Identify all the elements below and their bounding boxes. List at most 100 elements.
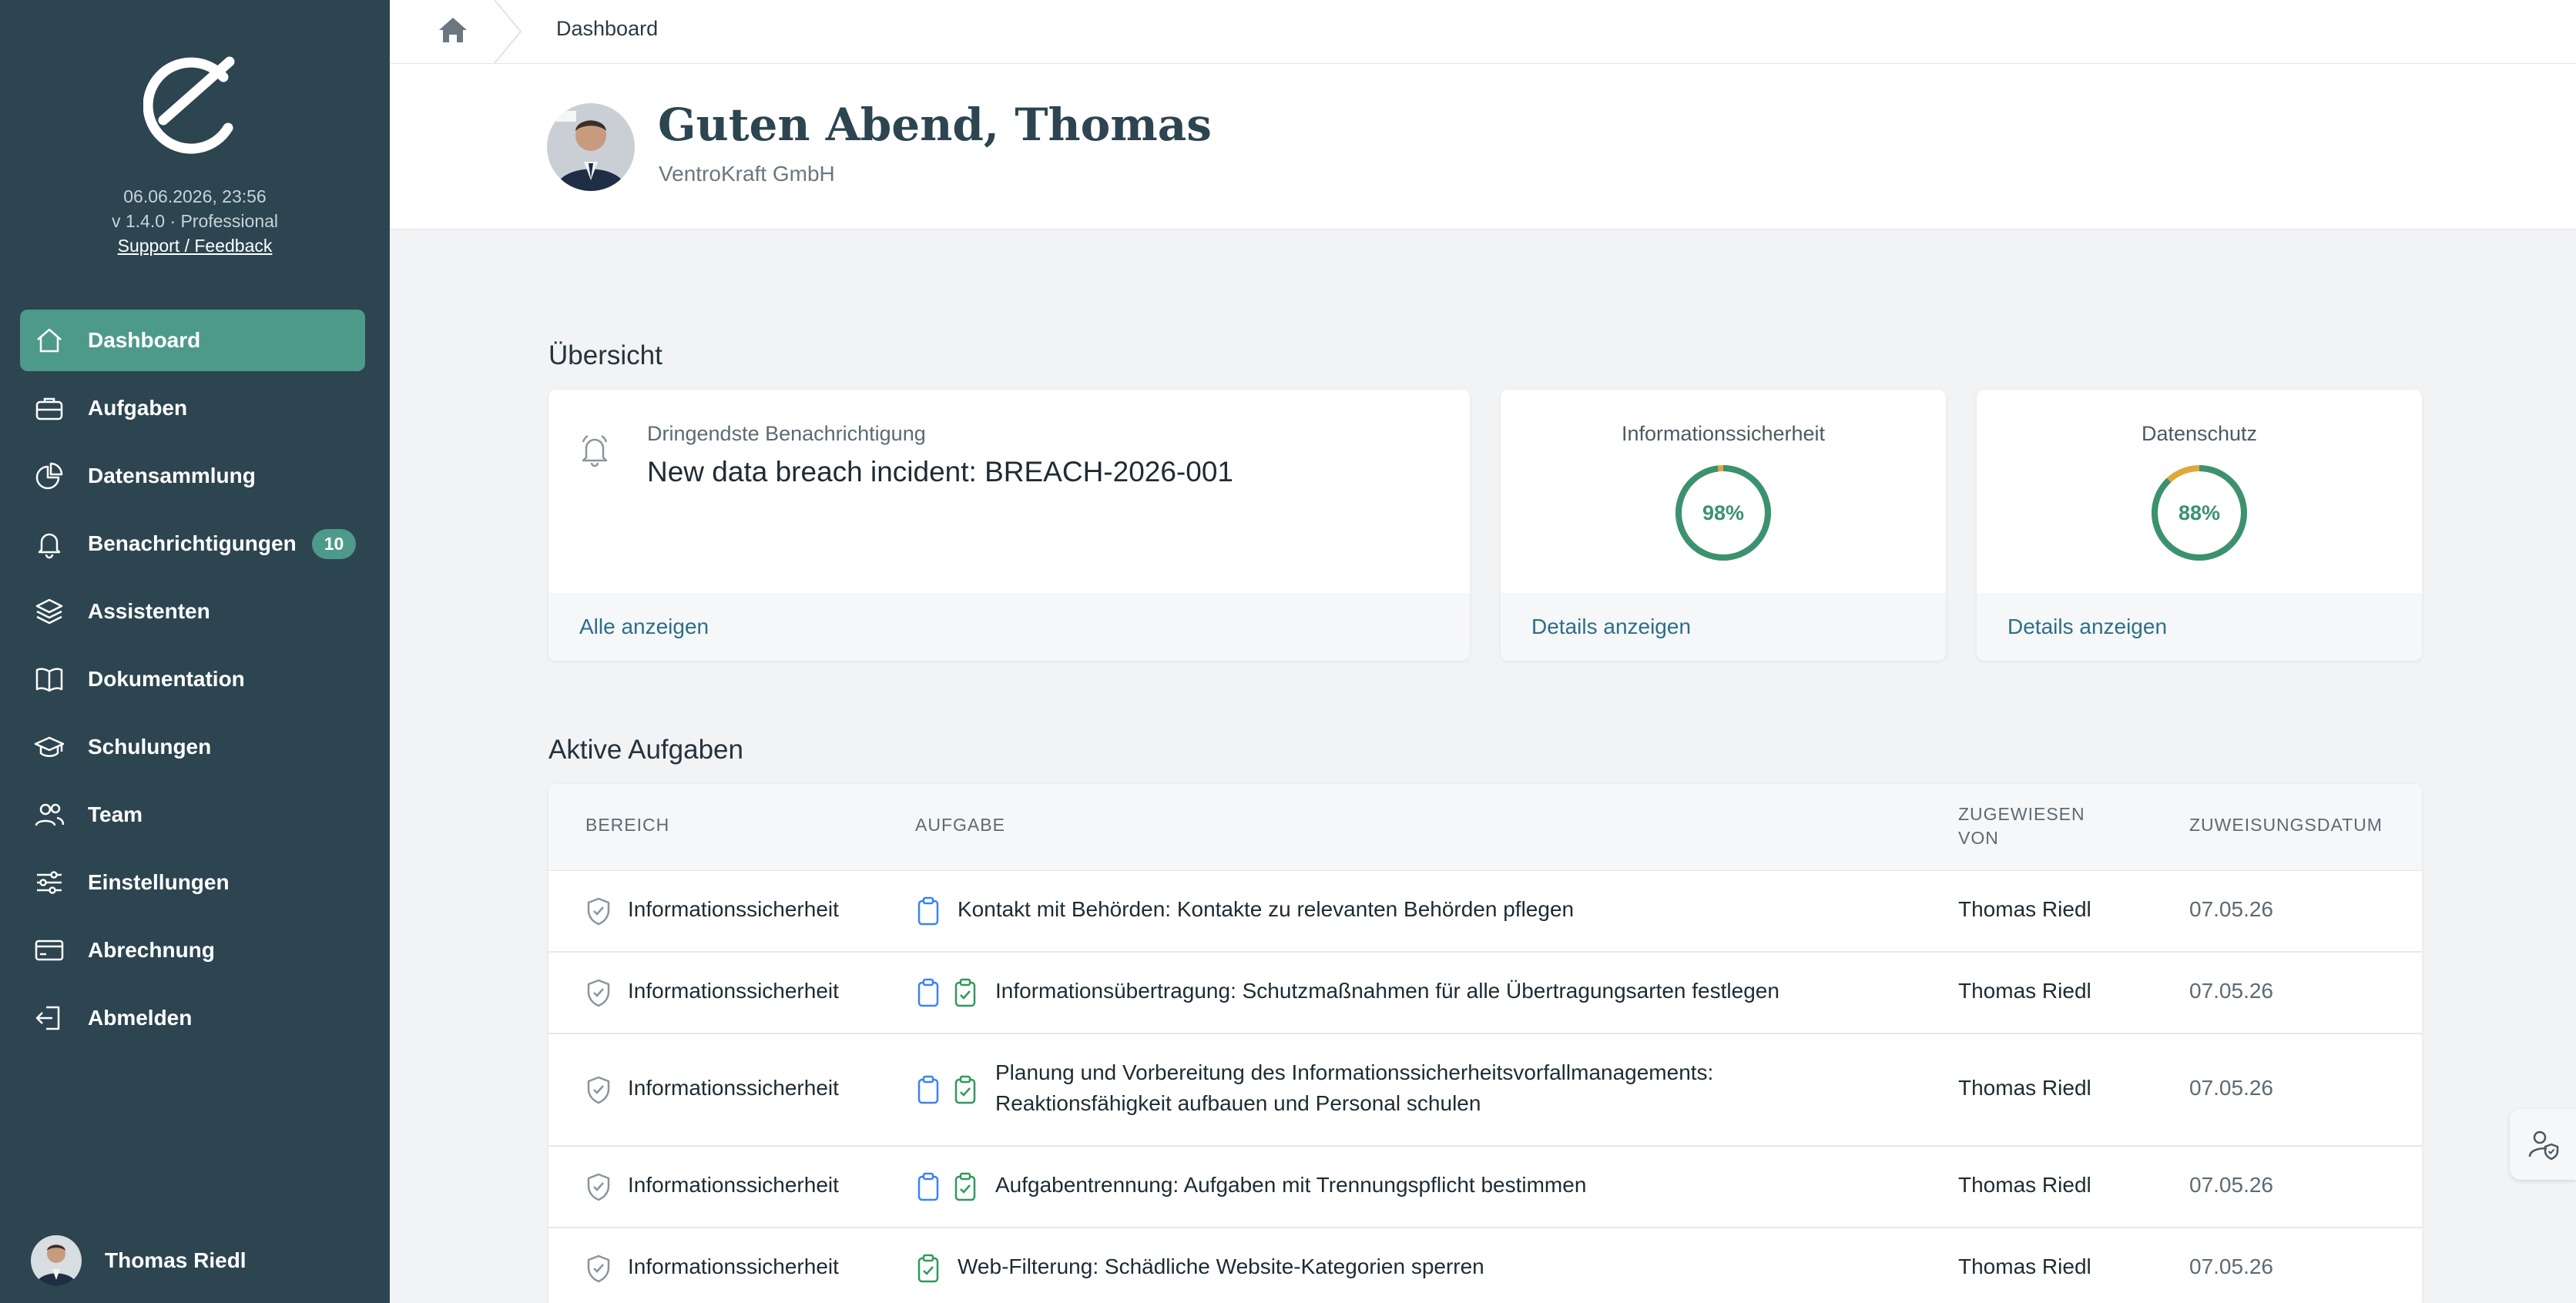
- sidebar-item-assistenten[interactable]: Assistenten: [20, 581, 365, 642]
- notification-title[interactable]: New data breach incident: BREACH-2026-00…: [647, 456, 1233, 488]
- credit-card-icon: [34, 935, 65, 966]
- home-icon[interactable]: [436, 14, 470, 46]
- column-header-date[interactable]: ZUWEISUNGSDATUM: [2189, 815, 2383, 836]
- score-label: Informationssicherheit: [1621, 422, 1826, 445]
- data-protection-card: Datenschutz 88% Details anzeigen: [1977, 390, 2422, 661]
- assigned-by: Thomas Riedl: [1958, 1254, 2091, 1278]
- company-name: VentroKraft GmbH: [659, 162, 835, 186]
- show-all-link[interactable]: Alle anzeigen: [548, 593, 1470, 661]
- sidebar-item-label: Schulungen: [88, 735, 212, 759]
- layers-icon: [34, 596, 65, 627]
- task-title-line-1: Planung und Vorbereitung des Information…: [995, 1060, 1714, 1084]
- user-shield-icon: [2528, 1130, 2559, 1161]
- column-header-assigned-by[interactable]: ZUGEWIESEN VON: [1958, 802, 2112, 850]
- briefcase-icon: [34, 393, 65, 424]
- sidebar-item-label: Dashboard: [88, 328, 201, 352]
- sidebar-item-abrechnung[interactable]: Abrechnung: [20, 919, 365, 981]
- task-area: Informationssicherheit: [628, 897, 839, 921]
- column-header-task[interactable]: AUFGABE: [915, 815, 1005, 836]
- notification-count-badge: 10: [311, 528, 357, 559]
- sliders-icon: [34, 867, 65, 898]
- book-icon: [34, 664, 65, 695]
- info-security-card: Informationssicherheit 98% Details anzei…: [1501, 390, 1946, 661]
- assignment-date: 07.05.26: [2189, 1173, 2273, 1197]
- home-icon: [34, 325, 65, 356]
- sidebar-item-label: Abrechnung: [88, 938, 215, 962]
- sidebar-item-label: Dokumentation: [88, 667, 245, 691]
- user-name: Thomas Riedl: [105, 1248, 247, 1272]
- current-datetime: 06.06.2026, 23:56: [123, 186, 267, 206]
- urgent-notification-card: Dringendste Benachrichtigung New data br…: [548, 390, 1470, 661]
- task-area: Informationssicherheit: [628, 1076, 839, 1100]
- shield-check-icon: [585, 1075, 612, 1104]
- sidebar-item-abmelden[interactable]: Abmelden: [20, 987, 365, 1049]
- sidebar-item-label: Assistenten: [88, 599, 210, 623]
- sidebar-item-label: Benachrichtigungen: [88, 531, 297, 555]
- score-label: Datenschutz: [2141, 422, 2258, 445]
- table-row[interactable]: Informationssicherheit Planung und Vorbe…: [548, 1034, 2422, 1147]
- assigned-by: Thomas Riedl: [1958, 979, 2091, 1003]
- notification-label: Dringendste Benachrichtigung: [647, 422, 926, 445]
- sidebar-item-label: Team: [88, 802, 143, 826]
- sidebar-item-benachrichtigungen[interactable]: Benachrichtigungen 10: [20, 513, 365, 574]
- top-bar: [390, 0, 2576, 64]
- sidebar-item-datensammlung[interactable]: Datensammlung: [20, 445, 365, 507]
- sidebar-item-dashboard[interactable]: Dashboard: [20, 310, 365, 371]
- sidebar-nav: Dashboard Aufgaben Datensammlung Benachr…: [20, 310, 365, 1055]
- table-row[interactable]: Informationssicherheit Kontakt mit Behör…: [548, 871, 2422, 953]
- task-area: Informationssicherheit: [628, 1254, 839, 1278]
- assignment-date: 07.05.26: [2189, 1254, 2273, 1278]
- shield-check-icon: [585, 978, 612, 1007]
- assigned-by: Thomas Riedl: [1958, 897, 2091, 921]
- overview-title: Übersicht: [548, 340, 662, 370]
- sidebar-item-team[interactable]: Team: [20, 784, 365, 846]
- clipboard-icon: [915, 1171, 941, 1202]
- details-link[interactable]: Details anzeigen: [1977, 593, 2422, 661]
- table-row[interactable]: Informationssicherheit Aufgabentrennung:…: [548, 1147, 2422, 1228]
- pie-chart-icon: [34, 461, 65, 491]
- assigned-by: Thomas Riedl: [1958, 1076, 2091, 1100]
- sidebar-item-label: Datensammlung: [88, 464, 256, 487]
- page-title: Guten Abend, Thomas: [658, 99, 1212, 151]
- sidebar-item-dokumentation[interactable]: Dokumentation: [20, 648, 365, 710]
- app-logo[interactable]: [143, 54, 242, 156]
- clipboard-check-icon: [952, 1074, 978, 1105]
- table-row[interactable]: Informationssicherheit Web-Filterung: Sc…: [548, 1228, 2422, 1303]
- sidebar-item-schulungen[interactable]: Schulungen: [20, 716, 365, 778]
- table-row[interactable]: Informationssicherheit Informationsübert…: [548, 953, 2422, 1034]
- assigned-by: Thomas Riedl: [1958, 1173, 2091, 1197]
- details-link[interactable]: Details anzeigen: [1501, 593, 1946, 661]
- logout-icon: [34, 1003, 65, 1033]
- clipboard-check-icon: [952, 1171, 978, 1202]
- active-tasks-title: Aktive Aufgaben: [548, 735, 743, 765]
- task-title: Informationsübertragung: Schutzmaßnahmen…: [995, 979, 1779, 1003]
- bell-icon: [34, 528, 65, 559]
- assignment-date: 07.05.26: [2189, 897, 2273, 921]
- users-icon: [34, 799, 65, 830]
- shield-check-icon: [585, 1172, 612, 1201]
- sidebar-item-label: Abmelden: [88, 1006, 193, 1030]
- assignment-date: 07.05.26: [2189, 979, 2273, 1003]
- sidebar: 06.06.2026, 23:56 v 1.4.0 · Professional…: [0, 0, 390, 1303]
- clipboard-icon: [915, 896, 941, 926]
- active-tasks-table: BEREICH AUFGABE ZUGEWIESEN VON ZUWEISUNG…: [548, 784, 2422, 1303]
- sidebar-item-aufgaben[interactable]: Aufgaben: [20, 377, 365, 439]
- sidebar-item-label: Einstellungen: [88, 870, 230, 894]
- support-feedback-link[interactable]: Support / Feedback: [0, 236, 390, 256]
- task-area: Informationssicherheit: [628, 979, 839, 1003]
- bell-icon: [579, 433, 610, 468]
- breadcrumb-current: Dashboard: [556, 17, 659, 40]
- clipboard-icon: [915, 1074, 941, 1105]
- clipboard-check-icon: [952, 977, 978, 1008]
- column-header-area[interactable]: BEREICH: [585, 815, 669, 836]
- task-area: Informationssicherheit: [628, 1173, 839, 1197]
- task-title: Kontakt mit Behörden: Kontakte zu releva…: [958, 897, 1575, 921]
- task-title-line-2: Reaktionsfähigkeit aufbauen und Personal…: [995, 1091, 1481, 1115]
- avatar: [547, 103, 635, 191]
- table-header: BEREICH AUFGABE ZUGEWIESEN VON ZUWEISUNG…: [548, 784, 2422, 871]
- user-profile[interactable]: Thomas Riedl: [31, 1235, 247, 1286]
- clipboard-check-icon: [915, 1253, 941, 1284]
- compliance-assistant-button[interactable]: [2510, 1109, 2576, 1180]
- clipboard-icon: [915, 977, 941, 1008]
- sidebar-item-einstellungen[interactable]: Einstellungen: [20, 852, 365, 913]
